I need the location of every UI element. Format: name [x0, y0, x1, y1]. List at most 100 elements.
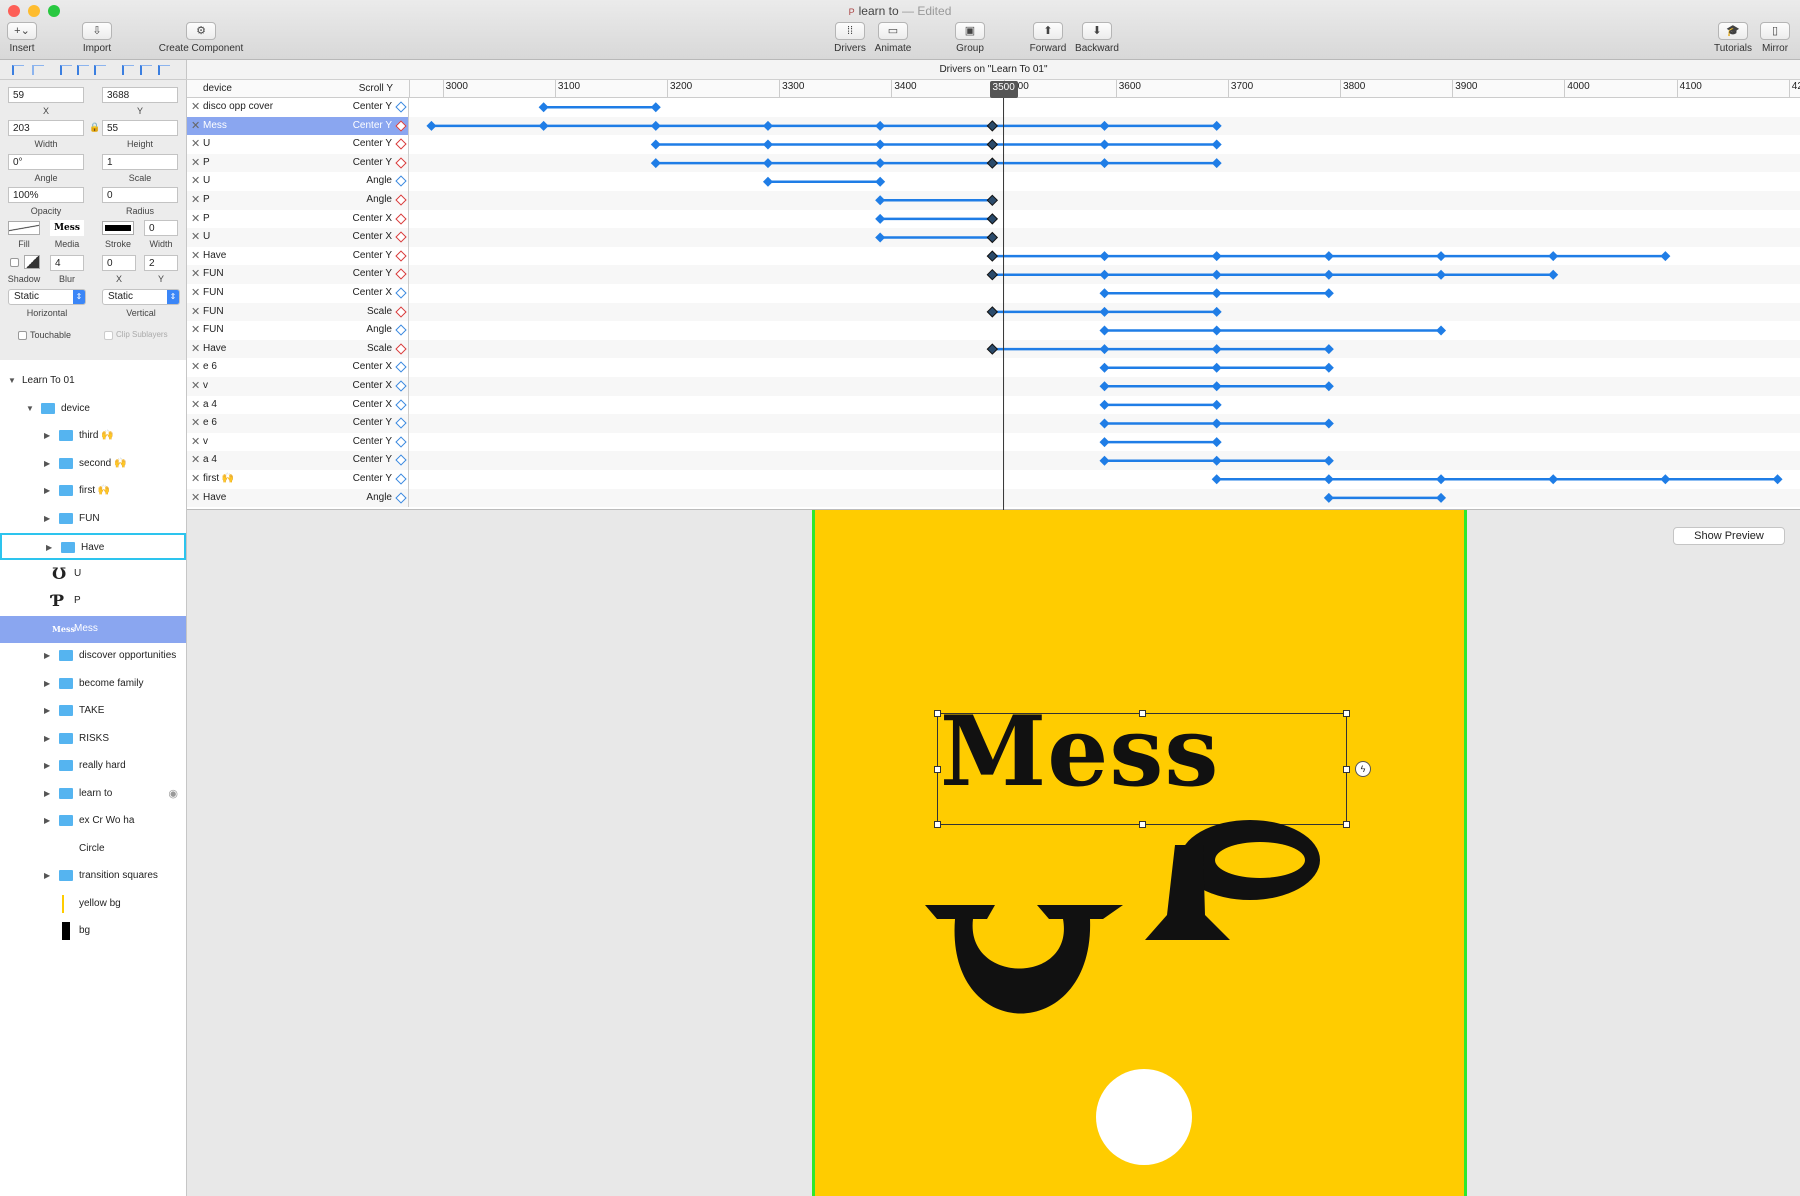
layer-row[interactable]: ▶ become family [0, 671, 186, 698]
stroke-width-field[interactable]: 0 [144, 220, 178, 236]
layer-row[interactable]: ▶ FUN [0, 506, 186, 533]
height-field[interactable]: 55 [102, 120, 178, 136]
keyframe-diamond[interactable] [1211, 269, 1222, 280]
disclosure-collapsed-icon[interactable]: ▶ [44, 431, 50, 440]
resize-handle[interactable] [1139, 710, 1146, 717]
keyframe-diamond[interactable] [1660, 251, 1671, 262]
stroke-swatch[interactable] [102, 221, 134, 235]
keyframe-diamond[interactable] [986, 213, 999, 225]
resize-handle[interactable] [1343, 710, 1350, 717]
horizontal-select[interactable]: Static ⇕ [8, 289, 86, 305]
keyframe-diamond[interactable] [986, 306, 999, 318]
disclosure-collapsed-icon[interactable]: ▶ [44, 871, 50, 880]
layer-row[interactable]: ▶ RISKS [0, 726, 186, 753]
keyframe-diamond[interactable] [1099, 418, 1110, 429]
keyframe-diamond[interactable] [1211, 325, 1222, 336]
keyframe-diamond[interactable] [1323, 492, 1334, 503]
layer-row[interactable]: ▶ first 🙌 [0, 478, 186, 505]
resize-handle[interactable] [934, 821, 941, 828]
disclosure-collapsed-icon[interactable]: ▶ [44, 514, 50, 523]
align-middle-icon[interactable] [140, 65, 152, 75]
keyframe-diamond[interactable] [650, 158, 661, 169]
keyframe-diamond[interactable] [1323, 418, 1334, 429]
y-field[interactable]: 3688 [102, 87, 178, 103]
resize-handle[interactable] [934, 710, 941, 717]
fill-swatch[interactable] [8, 221, 40, 235]
keyframe-diamond[interactable] [1211, 158, 1222, 169]
layer-row[interactable]: ▶ Have [0, 533, 186, 560]
lightning-bolt-icon[interactable]: ϟ [1355, 761, 1371, 777]
touchable-checkbox[interactable] [18, 331, 27, 340]
keyframe-diamond[interactable] [1323, 362, 1334, 373]
import-button[interactable]: ⇩ Import [67, 22, 127, 54]
disclosure-expanded-icon[interactable]: ▼ [26, 404, 34, 413]
layer-row[interactable]: Mess Mess [0, 615, 186, 643]
shadow-y-field[interactable]: 2 [144, 255, 178, 271]
shadow-checkbox[interactable] [10, 258, 19, 267]
vertical-select[interactable]: Static ⇕ [102, 289, 180, 305]
clip-sublayers-checkbox[interactable] [104, 331, 113, 340]
keyframe-diamond[interactable] [426, 120, 437, 131]
keyframe-diamond[interactable] [1323, 344, 1334, 355]
keyframe-diamond[interactable] [1211, 381, 1222, 392]
resize-handle[interactable] [934, 766, 941, 773]
keyframe-diamond[interactable] [1211, 306, 1222, 317]
keyframe-diamond[interactable] [1211, 437, 1222, 448]
disclosure-collapsed-icon[interactable]: ▶ [44, 651, 50, 660]
p-layer[interactable] [1145, 815, 1325, 945]
keyframe-diamond[interactable] [1323, 251, 1334, 262]
keyframe-diamond[interactable] [986, 157, 999, 169]
x-field[interactable]: 59 [8, 87, 84, 103]
keyframe-diamond[interactable] [1099, 251, 1110, 262]
animate-button[interactable]: ▭ Animate [863, 22, 923, 54]
resize-handle[interactable] [1343, 766, 1350, 773]
disclosure-collapsed-icon[interactable]: ▶ [44, 486, 50, 495]
keyframe-diamond[interactable] [875, 195, 886, 206]
disclosure-collapsed-icon[interactable]: ▶ [44, 679, 50, 688]
align-left-icon[interactable] [12, 65, 24, 75]
keyframe-diamond[interactable] [1099, 306, 1110, 317]
keyframe-diamond[interactable] [1099, 139, 1110, 150]
layer-row[interactable]: ▶ really hard [0, 753, 186, 780]
keyframe-diamond[interactable] [1660, 474, 1671, 485]
keyframe-diamond[interactable] [986, 138, 999, 151]
keyframe-diamond[interactable] [875, 176, 886, 187]
keyframe-diamond[interactable] [1099, 344, 1110, 355]
layer-row[interactable]: ▶ ex Cr Wo ha [0, 808, 186, 835]
keyframe-diamond[interactable] [1436, 269, 1447, 280]
keyframe-diamond[interactable] [1099, 362, 1110, 373]
disclosure-collapsed-icon[interactable]: ▶ [44, 706, 50, 715]
layer-row[interactable]: yellow bg [0, 891, 186, 918]
keyframe-diamond[interactable] [762, 139, 773, 150]
layer-row[interactable]: bg [0, 918, 186, 945]
align-center-icon[interactable] [32, 65, 44, 75]
keyframe-diamond[interactable] [1548, 251, 1559, 262]
keyframe-diamond[interactable] [1323, 288, 1334, 299]
keyframe-diamond[interactable] [986, 194, 999, 207]
keyframe-diamond[interactable] [1436, 325, 1447, 336]
keyframe-diamond[interactable] [1548, 269, 1559, 280]
keyframe-diamond[interactable] [1099, 437, 1110, 448]
keyframe-diamond[interactable] [1323, 269, 1334, 280]
keyframe-diamond[interactable] [1323, 381, 1334, 392]
disclosure-collapsed-icon[interactable]: ▶ [46, 543, 52, 552]
keyframe-diamond[interactable] [1099, 158, 1110, 169]
angle-field[interactable]: 0° [8, 154, 84, 170]
disclosure-collapsed-icon[interactable]: ▶ [44, 459, 50, 468]
keyframe-diamond[interactable] [1211, 120, 1222, 131]
media-thumbnail[interactable]: Mess [50, 220, 84, 236]
keyframe-diamond[interactable] [650, 102, 661, 113]
keyframe-diamond[interactable] [875, 120, 886, 131]
keyframe-diamond[interactable] [650, 120, 661, 131]
keyframe-diamond[interactable] [1099, 455, 1110, 466]
keyframe-diamond[interactable] [1772, 474, 1783, 485]
layer-row[interactable]: ▼ device [0, 396, 186, 423]
keyframe-diamond[interactable] [875, 232, 886, 243]
keyframe-diamond[interactable] [1211, 344, 1222, 355]
disclosure-collapsed-icon[interactable]: ▶ [44, 789, 50, 798]
keyframe-diamond[interactable] [1323, 474, 1334, 485]
group-button[interactable]: ▣ Group [940, 22, 1000, 54]
keyframe-diamond[interactable] [1211, 455, 1222, 466]
keyframe-diamond[interactable] [1211, 288, 1222, 299]
keyframe-diamond[interactable] [1436, 251, 1447, 262]
